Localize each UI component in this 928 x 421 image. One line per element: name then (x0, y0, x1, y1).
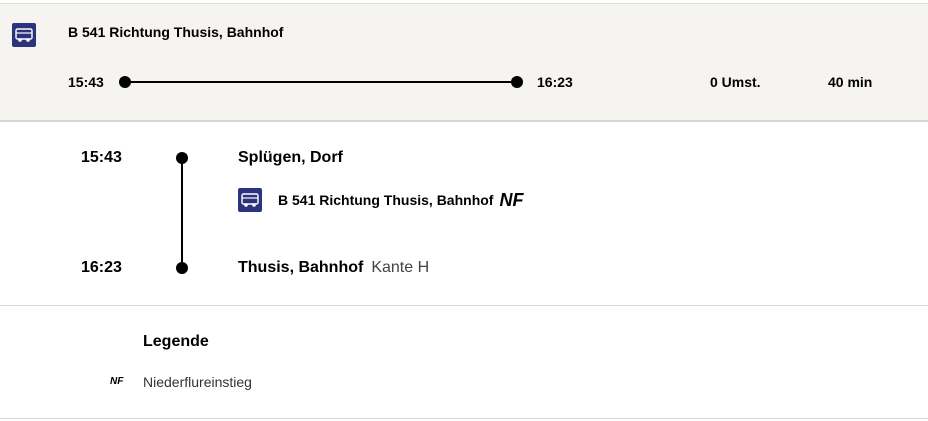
destination-stop[interactable]: Thusis, Bahnhof Kante H (238, 259, 429, 277)
destination-stop-name: Thusis, Bahnhof (238, 259, 364, 276)
origin-time: 15:43 (81, 149, 122, 166)
summary-duration: 40 min (828, 74, 873, 90)
bus-icon (238, 188, 262, 212)
leg-route[interactable]: B 541 Richtung Thusis, Bahnhof NF (278, 190, 523, 211)
summary-divider (0, 120, 928, 122)
legend-item-description: Niederflureinstieg (143, 374, 252, 390)
summary-route-title: B 541 Richtung Thusis, Bahnhof (68, 24, 284, 40)
origin-stop-name[interactable]: Splügen, Dorf (238, 149, 343, 167)
summary-timeline (125, 81, 517, 83)
low-floor-badge: NF (499, 190, 524, 210)
detail-divider (0, 305, 928, 306)
legend-title: Legende (143, 333, 209, 350)
legend-item-code: NF (110, 376, 124, 387)
summary-changes: 0 Umst. (710, 74, 761, 90)
origin-dot (176, 152, 188, 164)
summary-departure-time: 15:43 (68, 74, 104, 90)
summary-arrival-time: 16:23 (537, 74, 573, 90)
summary-start-dot (119, 76, 131, 88)
leg-route-label: B 541 Richtung Thusis, Bahnhof (278, 192, 494, 208)
detail-timeline (181, 157, 183, 268)
destination-dot (176, 262, 188, 274)
destination-platform: Kante H (371, 259, 430, 276)
destination-time: 16:23 (81, 259, 122, 276)
bottom-divider (0, 418, 928, 419)
summary-end-dot (511, 76, 523, 88)
bus-icon (12, 23, 36, 47)
connection-summary[interactable]: B 541 Richtung Thusis, Bahnhof 15:43 16:… (0, 4, 928, 120)
